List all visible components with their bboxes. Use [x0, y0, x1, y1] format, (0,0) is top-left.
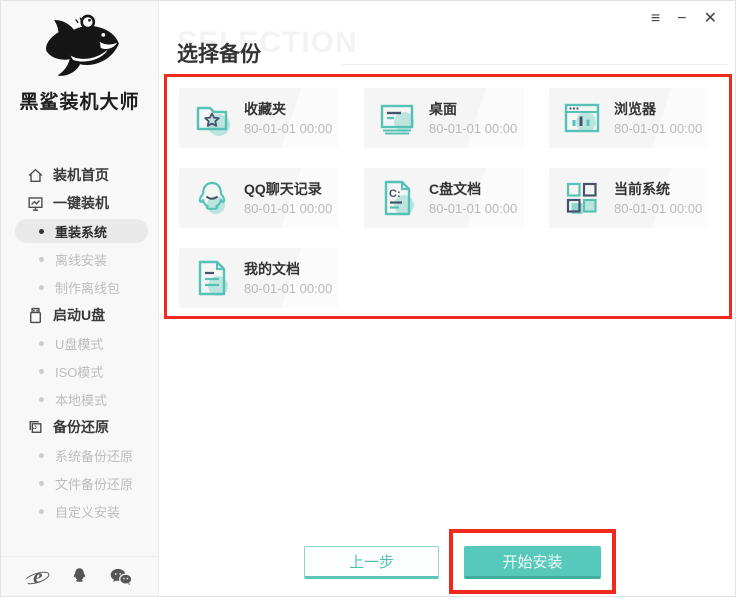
sidebar-item-label: 启动U盘: [53, 307, 106, 323]
backup-restore-icon: [27, 419, 44, 436]
usb-drive-icon: [27, 307, 44, 324]
bullet-dot: [39, 228, 44, 234]
browser-icon: [560, 96, 604, 140]
sidebar-item-label: 一键装机: [53, 195, 109, 211]
sidebar-item-boot-usb[interactable]: 启动U盘: [1, 301, 158, 329]
backup-card-label: 浏览器: [614, 101, 656, 118]
main-content: ≡ − ✕ SELECTION 选择备份 收藏夹 80-01-01 00:00: [159, 1, 735, 596]
backup-card-favorites[interactable]: 收藏夹 80-01-01 00:00: [179, 88, 339, 148]
sidebar-menu: 装机首页 一键装机 重装系统 离线安装 制作离线包 启动U盘 U盘模式 ISO模…: [1, 161, 158, 525]
sidebar-item-local-mode[interactable]: 本地模式: [1, 385, 158, 413]
backup-card-label: 当前系统: [614, 181, 670, 198]
sidebar-item-label: 自定义安装: [55, 504, 121, 520]
sidebar: 黑鲨装机大师 装机首页 一键装机 重装系统 离线安装 制作离线包 启动U盘 U盘…: [1, 1, 159, 596]
bullet-dot: [39, 452, 44, 458]
bullet-dot: [39, 396, 44, 402]
sidebar-item-label: 制作离线包: [55, 280, 121, 296]
window-menu-button[interactable]: ≡: [649, 9, 662, 29]
sidebar-item-system-backup-restore[interactable]: 系统备份还原: [1, 441, 158, 469]
qq-icon[interactable]: [67, 566, 91, 588]
backup-card-date: 80-01-01 00:00: [244, 200, 333, 216]
c-drive-document-icon: C:: [375, 176, 419, 220]
backup-card-label: 收藏夹: [244, 101, 286, 118]
qq-penguin-icon: [190, 176, 234, 220]
sidebar-item-label: ISO模式: [55, 364, 104, 380]
previous-step-button[interactable]: 上一步: [304, 546, 439, 579]
sidebar-footer: e: [1, 556, 158, 596]
window-controls: ≡ − ✕: [649, 9, 719, 29]
bullet-dot: [39, 368, 44, 374]
sidebar-item-file-backup-restore[interactable]: 文件备份还原: [1, 469, 158, 497]
backup-card-label: 桌面: [429, 101, 457, 118]
app-window: 黑鲨装机大师 装机首页 一键装机 重装系统 离线安装 制作离线包 启动U盘 U盘…: [0, 0, 736, 597]
close-button[interactable]: ✕: [702, 9, 719, 29]
start-install-button[interactable]: 开始安装: [464, 546, 601, 579]
sidebar-item-label: 重装系统: [55, 224, 108, 240]
backup-card-qq-history[interactable]: QQ聊天记录 80-01-01 00:00: [179, 168, 339, 228]
sidebar-item-install-home[interactable]: 装机首页: [1, 161, 158, 189]
backup-card-date: 80-01-01 00:00: [429, 200, 518, 216]
sidebar-item-reinstall-system[interactable]: 重装系统: [15, 219, 148, 243]
desktop-icon: [375, 96, 419, 140]
shark-logo-icon: [1, 9, 158, 85]
sidebar-item-label: 系统备份还原: [55, 448, 134, 464]
sidebar-item-label: 文件备份还原: [55, 476, 134, 492]
sidebar-item-one-key-install[interactable]: 一键装机: [1, 189, 158, 217]
bullet-dot: [39, 480, 44, 486]
backup-card-date: 80-01-01 00:00: [244, 120, 333, 136]
title-divider: [342, 64, 727, 65]
sidebar-item-offline-install[interactable]: 离线安装: [1, 245, 158, 273]
backup-card-current-system[interactable]: 当前系统 80-01-01 00:00: [549, 168, 709, 228]
monitor-chart-icon: [27, 195, 44, 212]
sidebar-item-usb-mode[interactable]: U盘模式: [1, 329, 158, 357]
backup-card-label: 我的文档: [244, 261, 300, 278]
app-logo: 黑鲨装机大师: [1, 1, 158, 114]
backup-card-label: QQ聊天记录: [244, 181, 322, 198]
app-title: 黑鲨装机大师: [19, 92, 140, 113]
sidebar-item-iso-mode[interactable]: ISO模式: [1, 357, 158, 385]
backup-card-date: 80-01-01 00:00: [244, 280, 333, 296]
my-documents-icon: [190, 256, 234, 300]
sidebar-item-label: 本地模式: [55, 392, 108, 408]
favorites-folder-icon: [190, 96, 234, 140]
home-icon: [27, 167, 44, 184]
backup-card-my-documents[interactable]: 我的文档 80-01-01 00:00: [179, 248, 339, 308]
bullet-dot: [39, 508, 44, 514]
sidebar-item-make-offline-pack[interactable]: 制作离线包: [1, 273, 158, 301]
bullet-dot: [39, 340, 44, 346]
sidebar-item-backup-restore[interactable]: 备份还原: [1, 413, 158, 441]
backup-card-grid: 收藏夹 80-01-01 00:00 桌面 80-01-01 00:00 浏览器…: [179, 88, 709, 308]
backup-card-browser[interactable]: 浏览器 80-01-01 00:00: [549, 88, 709, 148]
sidebar-item-label: 装机首页: [53, 167, 109, 183]
sidebar-item-label: 离线安装: [55, 252, 108, 268]
sidebar-item-label: 备份还原: [53, 419, 109, 435]
minimize-button[interactable]: −: [675, 9, 688, 29]
bullet-dot: [39, 256, 44, 262]
ie-browser-icon[interactable]: e: [22, 566, 51, 588]
backup-card-c-drive-docs[interactable]: C: C盘文档 80-01-01 00:00: [364, 168, 524, 228]
wechat-icon[interactable]: [109, 566, 133, 588]
sidebar-item-label: U盘模式: [55, 336, 104, 352]
backup-card-date: 80-01-01 00:00: [614, 200, 703, 216]
sidebar-item-custom-install[interactable]: 自定义安装: [1, 497, 158, 525]
bullet-dot: [39, 284, 44, 290]
backup-card-date: 80-01-01 00:00: [614, 120, 703, 136]
backup-card-desktop[interactable]: 桌面 80-01-01 00:00: [364, 88, 524, 148]
svg-text:C:: C:: [389, 188, 401, 200]
page-title: 选择备份: [177, 43, 261, 66]
backup-card-label: C盘文档: [429, 181, 482, 198]
backup-card-date: 80-01-01 00:00: [429, 120, 518, 136]
current-system-icon: [560, 176, 604, 220]
